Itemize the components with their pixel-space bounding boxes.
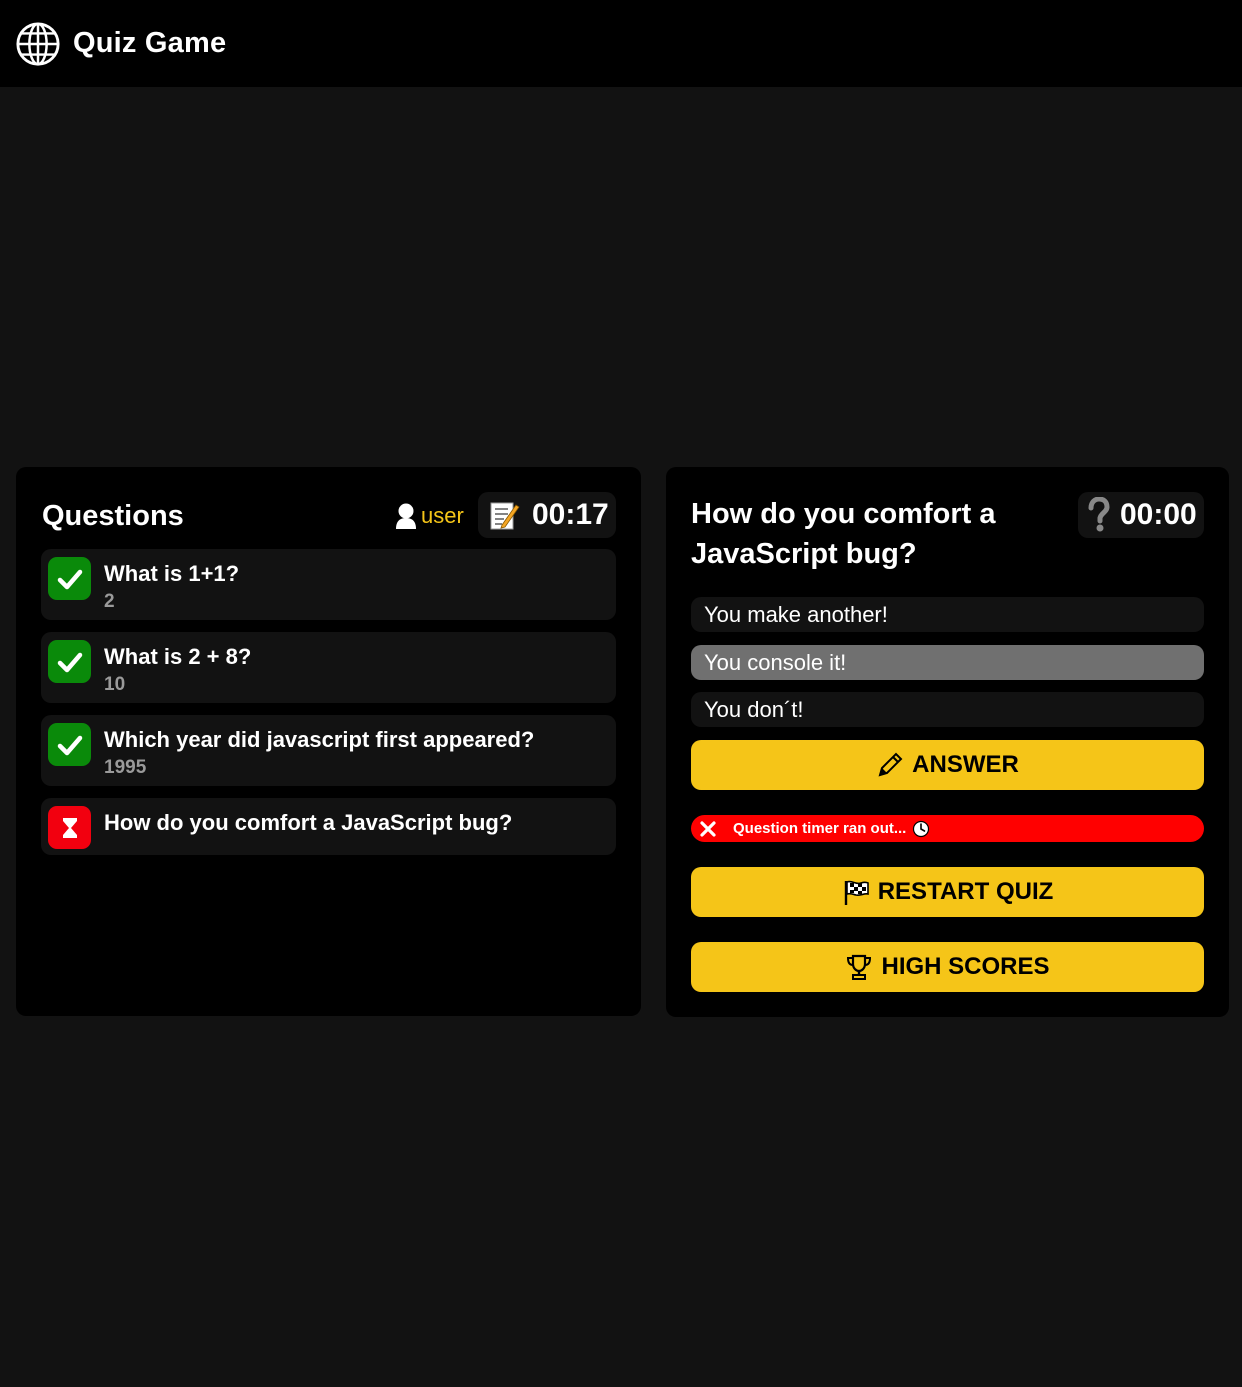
status-badge [48,806,91,849]
user-indicator: user [395,500,464,532]
checkmark-icon [57,569,82,589]
questions-panel: Questions user 00:17 What is 1+1? 2 What… [16,467,641,1016]
username: user [421,503,464,528]
memo-icon [490,502,520,530]
current-question-panel: How do you comfort a JavaScript bug? 00:… [666,467,1229,1017]
question-text: What is 2 + 8? [104,644,252,669]
quiz-timer: 00:17 [478,492,616,538]
answer-button-label: ANSWER [912,751,1019,778]
answer-option[interactable]: You make another! [691,597,1204,632]
app-header: Quiz Game [0,0,1242,87]
status-badge [48,723,91,766]
checkmark-icon [57,735,82,755]
question-answer: 2 [104,591,115,612]
question-list-item[interactable]: Which year did javascript first appeared… [41,715,616,786]
pencil-icon [878,752,903,777]
close-icon [700,820,716,837]
timeout-alert: Question timer ran out... [691,815,1204,842]
high-scores-label: HIGH SCORES [881,953,1050,980]
current-question: How do you comfort a JavaScript bug? [691,498,996,570]
questions-title: Questions [42,500,184,532]
clock-icon [913,820,930,837]
question-answer: 10 [104,674,126,695]
quiz-timer-value: 00:17 [532,498,609,531]
checkmark-icon [57,652,82,672]
answer-option[interactable]: You don´t! [691,692,1204,727]
answer-option-label: You console it! [704,649,847,675]
answer-button[interactable]: ANSWER [691,740,1204,790]
high-scores-button[interactable]: HIGH SCORES [691,942,1204,992]
answer-option-label: You make another! [704,601,888,627]
status-badge [48,557,91,600]
question-timer: 00:00 [1078,492,1204,538]
user-icon [396,503,416,529]
question-list-item[interactable]: How do you comfort a JavaScript bug? [41,798,616,855]
restart-quiz-button[interactable]: RESTART QUIZ [691,867,1204,917]
hourglass-icon [62,817,77,838]
app-title: Quiz Game [73,27,227,59]
checkered-flag-icon [844,880,869,905]
question-list-item[interactable]: What is 1+1? 2 [41,549,616,620]
trophy-icon [847,954,872,980]
globe-icon[interactable] [15,21,61,67]
question-text: What is 1+1? [104,561,240,586]
question-mark-icon [1088,497,1110,532]
alert-message: Question timer ran out... [733,820,907,837]
question-text: How do you comfort a JavaScript bug? [104,810,513,835]
question-text: Which year did javascript first appeared… [104,727,535,752]
restart-quiz-label: RESTART QUIZ [877,878,1054,905]
question-timer-value: 00:00 [1120,498,1197,531]
question-answer: 1995 [104,757,147,778]
answer-option-label: You don´t! [704,696,804,722]
status-badge [48,640,91,683]
answer-option-selected[interactable]: You console it! [691,645,1204,680]
question-list-item[interactable]: What is 2 + 8? 10 [41,632,616,703]
